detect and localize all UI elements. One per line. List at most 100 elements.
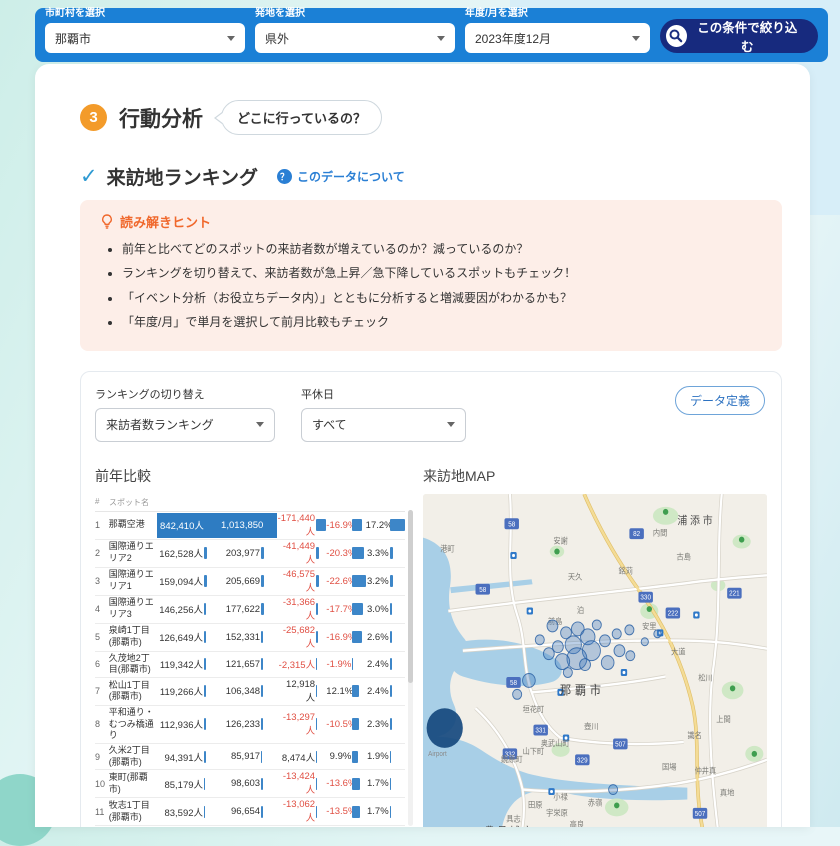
value-bar — [261, 547, 264, 559]
value-bar — [204, 806, 205, 818]
value-cell: 159,094人 — [157, 569, 218, 594]
ranking-type-select[interactable]: 来訪者数ランキング — [95, 408, 275, 442]
value-cell: 8,474人 — [277, 745, 326, 768]
spot-name-cell: 泉崎1丁目(那覇市) — [109, 625, 157, 648]
map-label: 国場 — [662, 761, 677, 771]
value-bar — [316, 778, 317, 790]
map-label: 真地 — [720, 787, 735, 797]
map-marker[interactable] — [592, 620, 601, 630]
map-marker[interactable] — [547, 620, 558, 632]
search-icon — [666, 25, 687, 47]
about-data-link[interactable]: ？ このデータについて — [277, 168, 405, 185]
map-label: 天久 — [568, 570, 583, 580]
apply-filter-label: この条件で絞り込む — [695, 17, 800, 55]
map-marker[interactable] — [626, 650, 635, 660]
municipality-select[interactable]: 那覇市 — [45, 23, 245, 53]
value-cell: 119,266人 — [157, 679, 218, 704]
value-cell: 2.4% — [366, 653, 405, 676]
value-bar — [352, 806, 360, 818]
map-label: 奥武山町 — [541, 737, 570, 747]
table-row: 10東町(那覇市)85,179人98,603-13,424人-13.6%1.7% — [95, 770, 405, 798]
value-cell: 203,977 — [218, 541, 277, 566]
origin-value: 県外 — [265, 30, 289, 47]
apply-filter-button[interactable]: この条件で絞り込む — [660, 19, 818, 53]
svg-text:221: 221 — [729, 590, 740, 597]
value-cell: 842,410人 — [157, 513, 218, 538]
map-marker[interactable] — [654, 629, 661, 637]
table-rows: 1那覇空港842,410人1,013,850-171,440人-16.9%17.… — [95, 512, 405, 827]
value-bar — [352, 631, 362, 643]
value-cell: 1,013,850 — [218, 513, 277, 538]
value-bar — [390, 658, 392, 670]
airport-marker[interactable] — [427, 708, 463, 748]
value-cell: -17.7% — [326, 597, 365, 622]
origin-select[interactable]: 県外 — [255, 23, 455, 53]
value-cell: 106,348 — [218, 679, 277, 704]
map-marker[interactable] — [601, 655, 614, 669]
value-bar — [390, 631, 392, 643]
map-marker[interactable] — [641, 637, 648, 645]
map-marker[interactable] — [580, 658, 591, 670]
rank-cell: 7 — [95, 686, 109, 696]
daytype-select[interactable]: すべて — [301, 408, 466, 442]
section-title: 行動分析 — [119, 103, 203, 133]
ranking-type-value: 来訪者数ランキング — [106, 416, 214, 433]
about-data-label: このデータについて — [297, 168, 405, 185]
map-marker[interactable] — [563, 667, 572, 677]
check-icon: ✓ — [80, 164, 98, 189]
table-row: 2国際通りエリア2162,528人203,977-41,449人-20.3%3.… — [95, 540, 405, 568]
value-cell: 146,256人 — [157, 597, 218, 622]
value-bar — [261, 631, 263, 643]
question-icon: ？ — [277, 169, 292, 184]
hint-item: 「イベント分析（お役立ちデータ内）」とともに分析すると増減要因がわかるかも？ — [122, 288, 762, 308]
visit-map[interactable]: 58585833082222221331329507507331332 港町安謝… — [423, 494, 767, 827]
value-bar — [390, 603, 393, 615]
period-select[interactable]: 2023年度12月 — [465, 23, 650, 53]
route-shield-icon: 58 — [476, 583, 490, 594]
hint-title: 読み解きヒント — [120, 212, 211, 231]
value-cell: -16.9% — [326, 513, 365, 538]
rank-cell: 5 — [95, 632, 109, 642]
ranking-header: ✓ 来訪地ランキング ？ このデータについて — [80, 163, 782, 190]
value-cell: 9.9% — [326, 745, 365, 768]
spot-name-cell: 国際通りエリア1 — [109, 569, 157, 592]
value-cell: 1.7% — [366, 799, 405, 824]
map-marker[interactable] — [543, 647, 554, 659]
station-icon — [527, 607, 533, 614]
chevron-down-icon — [437, 36, 445, 41]
main-card: 3 行動分析 どこに行っているの？ ✓ 来訪地ランキング ？ このデータについて… — [35, 64, 810, 827]
map-marker[interactable] — [513, 689, 522, 699]
table-scrollbar[interactable] — [408, 510, 413, 826]
value-cell: -1.9% — [326, 653, 365, 676]
data-definition-button[interactable]: データ定義 — [675, 386, 765, 415]
map-marker[interactable] — [625, 624, 634, 634]
map-marker[interactable] — [609, 784, 618, 794]
spot-name-cell: 国際通りエリア2 — [109, 541, 157, 564]
value-bar — [316, 519, 326, 531]
value-cell: -13,297人 — [277, 707, 326, 742]
map-marker[interactable] — [612, 628, 621, 638]
lightbulb-icon — [100, 214, 114, 229]
route-shield-icon: 507 — [693, 807, 707, 818]
map-marker[interactable] — [614, 644, 625, 656]
hint-box: 読み解きヒント 前年と比べてどのスポットの来訪者数が増えているのか？減っているの… — [80, 200, 782, 351]
value-cell: -31,366人 — [277, 597, 326, 622]
value-bar — [204, 658, 206, 670]
value-cell: -171,440人 — [277, 513, 326, 538]
rank-cell: 3 — [95, 576, 109, 586]
svg-text:58: 58 — [508, 521, 515, 528]
map-marker[interactable] — [600, 634, 611, 646]
spot-name-cell: 久茂地2丁目(那覇市) — [109, 653, 157, 676]
value-cell: 112,936人 — [157, 707, 218, 742]
value-bar — [316, 603, 318, 615]
section-header: 3 行動分析 どこに行っているの？ — [80, 64, 782, 135]
value-bar — [352, 575, 365, 587]
table-row: 9久米2丁目(那覇市)94,391人85,9178,474人9.9%1.9% — [95, 744, 405, 770]
period-label: 年度/月を選択 — [465, 4, 650, 19]
value-bar — [316, 685, 317, 697]
map-marker[interactable] — [523, 673, 536, 687]
route-shield-icon: 331 — [533, 724, 547, 735]
chevron-down-icon — [447, 422, 455, 427]
value-bar — [261, 751, 262, 763]
map-marker[interactable] — [535, 634, 544, 644]
